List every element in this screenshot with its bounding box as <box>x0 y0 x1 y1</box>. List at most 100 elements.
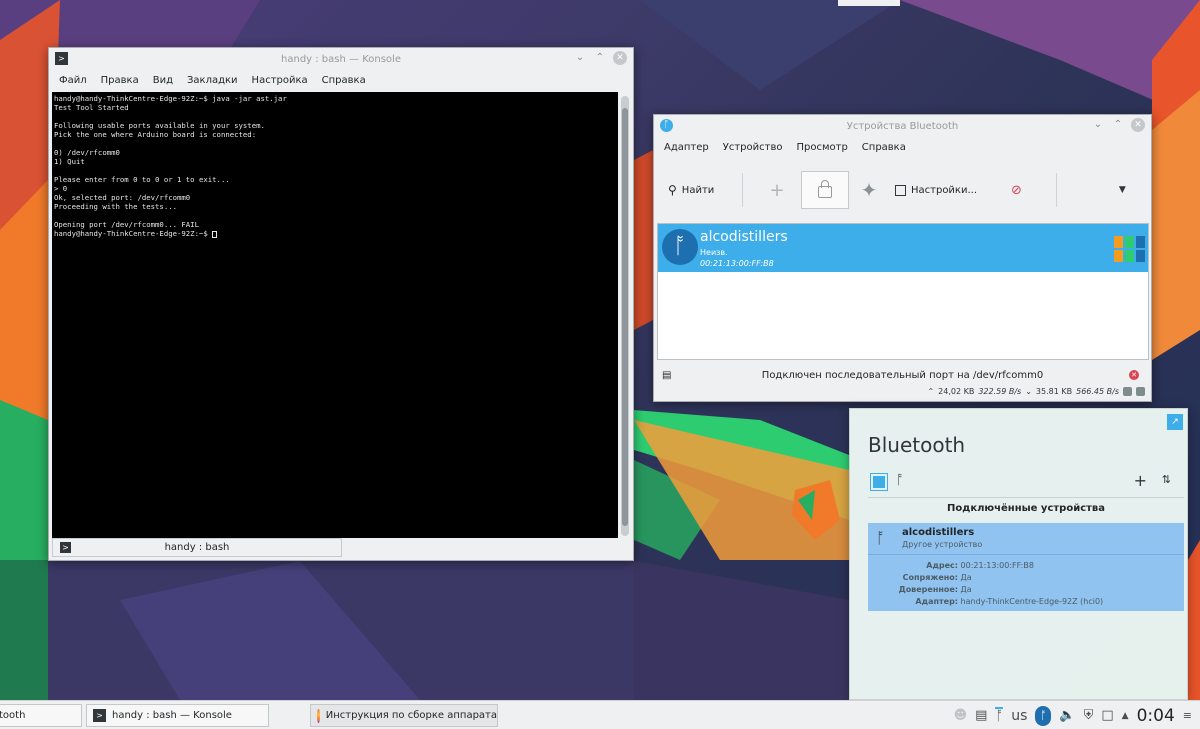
menu-settings[interactable]: Настройка <box>252 75 308 86</box>
menu-device[interactable]: Устройство <box>723 142 783 153</box>
download-rate: 566.45 B/s <box>1076 387 1119 396</box>
cursor <box>212 230 218 238</box>
kdeconnect-icon[interactable]: ☻ <box>954 708 968 723</box>
detail-row: Сопряжено: Да <box>868 572 1184 584</box>
device-subtitle: Другое устройство <box>902 540 983 549</box>
konsole-title: handy : bash — Konsole <box>281 53 401 65</box>
status-icon: ▤ <box>662 369 672 381</box>
add-device-icon[interactable]: + <box>1134 471 1147 490</box>
download-icon: ⌄ <box>1025 387 1032 396</box>
find-label: Найти <box>681 184 715 196</box>
tab-label: handy : bash <box>164 542 230 553</box>
device-address: 00:21:13:00:FF:B8 <box>700 259 774 268</box>
find-button[interactable]: ⚲ Найти <box>668 183 728 197</box>
status-text: Подключен последовательный порт на /dev/… <box>761 369 1044 381</box>
menu-help[interactable]: Справка <box>862 142 906 153</box>
upload-total: 24,02 KB <box>938 387 975 396</box>
minimize-icon[interactable]: ⌄ <box>573 51 587 65</box>
device-name: alcodistillers <box>902 527 975 538</box>
services-icon <box>1114 236 1145 262</box>
menu-file[interactable]: Файл <box>59 75 87 86</box>
konsole-window[interactable]: > handy : bash — Konsole ⌄ ⌃ ✕ Файл Прав… <box>48 47 634 561</box>
maximize-icon[interactable]: ⌃ <box>593 51 607 65</box>
bluetooth-applet[interactable]: ↗ Bluetooth ᚩ + ⇅ Подключённые устройств… <box>849 408 1188 700</box>
download-total: 35.81 KB <box>1035 387 1073 396</box>
connected-device[interactable]: ᚩ alcodistillers Другое устройство Адрес… <box>868 523 1184 611</box>
terminal-icon: > <box>93 709 106 722</box>
detail-row: Адаптер: handy-ThinkCentre-Edge-92Z (hci… <box>868 596 1184 608</box>
minimize-icon[interactable]: ⌄ <box>1091 118 1105 132</box>
device-list[interactable]: ᚩ alcodistillers Неизв. 00:21:13:00:FF:B… <box>657 223 1149 360</box>
close-icon[interactable]: ✕ <box>1131 118 1145 132</box>
firefox-icon <box>317 708 320 723</box>
pin-icon[interactable]: ↗ <box>1167 414 1183 430</box>
konsole-tab[interactable]: > handy : bash <box>52 538 342 557</box>
detail-label: Адрес: <box>926 561 958 570</box>
menu-bookmarks[interactable]: Закладки <box>187 75 238 86</box>
toolbar-separator <box>1055 173 1057 207</box>
bluetooth-toggle[interactable] <box>870 473 888 491</box>
device-icon <box>1136 387 1145 396</box>
bt-menubar: Адаптер Устройство Просмотр Справка <box>654 137 1151 157</box>
transfer-stats: ⌃ 24,02 KB 322.59 B/s ⌄ 35.81 KB 566.45 … <box>927 387 1145 396</box>
terminal-line: Pick the one where Arduino board is conn… <box>54 130 257 139</box>
search-icon: ⚲ <box>668 183 677 197</box>
pair-button[interactable] <box>801 171 849 209</box>
bluetooth-device-icon[interactable]: ᚩ <box>1035 705 1052 726</box>
trust-icon[interactable]: ✦ <box>849 178 889 202</box>
terminal-line: handy@handy-ThinkCentre-Edge-92Z:~$ <box>54 229 616 238</box>
terminal-output[interactable]: handy@handy-ThinkCentre-Edge-92Z:~$ java… <box>52 92 618 538</box>
chevron-up-icon[interactable]: ▲ <box>1122 711 1129 721</box>
menu-edit[interactable]: Правка <box>101 75 139 86</box>
terminal-line: Opening port /dev/rfcomm0... FAIL <box>54 220 199 229</box>
terminal-icon: > <box>55 52 68 65</box>
keyboard-layout[interactable]: us <box>1011 708 1027 724</box>
menu-help[interactable]: Справка <box>322 75 366 86</box>
block-icon[interactable]: ⊘ <box>1011 183 1022 198</box>
bt-titlebar[interactable]: ᚩ Устройства Bluetooth ⌄ ⌃ ✕ <box>654 115 1151 137</box>
bluetooth-tray-icon[interactable]: ᚩ <box>995 707 1004 724</box>
device-name: alcodistillers <box>700 229 788 245</box>
menu-view[interactable]: Просмотр <box>796 142 847 153</box>
detail-label: Адаптер: <box>915 597 958 606</box>
bluetooth-icon: ᚩ <box>660 119 673 132</box>
volume-icon[interactable]: 🔈 <box>1059 708 1075 723</box>
konsole-titlebar[interactable]: > handy : bash — Konsole ⌄ ⌃ ✕ <box>49 48 633 70</box>
close-icon[interactable]: ✕ <box>613 51 627 65</box>
bluetooth-icon: ᚩ <box>876 529 886 547</box>
detail-value: 00:21:13:00:FF:B8 <box>960 561 1034 570</box>
menu-adapter[interactable]: Адаптер <box>664 142 709 153</box>
maximize-icon[interactable]: ⌃ <box>1111 118 1125 132</box>
device-details: Адрес: 00:21:13:00:FF:B8 Сопряжено: Да Д… <box>868 560 1184 608</box>
updates-icon[interactable]: ⛨ <box>1084 708 1094 723</box>
upload-rate: 322.59 B/s <box>978 387 1022 396</box>
bluetooth-devices-window[interactable]: ᚩ Устройства Bluetooth ⌄ ⌃ ✕ Адаптер Уст… <box>653 114 1152 402</box>
settings-button[interactable]: Настройки... <box>895 184 977 196</box>
task-bluetooth[interactable]: tooth <box>0 704 82 727</box>
network-icon[interactable]: □ <box>1101 708 1113 723</box>
system-tray: ☻ ▤ ᚩ us ᚩ 🔈 ⛨ □ ▲ 0:04 ≡ <box>954 701 1192 729</box>
bt-window-title: Устройства Bluetooth <box>846 120 959 132</box>
taskbar: tooth > handy : bash — Konsole Инструкци… <box>0 700 1200 729</box>
chevron-down-icon[interactable]: ▼ <box>1119 185 1126 195</box>
clock[interactable]: 0:04 <box>1137 706 1175 726</box>
clipboard-icon[interactable]: ▤ <box>975 708 987 723</box>
disconnect-icon[interactable]: ✕ <box>1129 370 1139 380</box>
terminal-scrollbar[interactable] <box>621 96 629 536</box>
configure-icon[interactable]: ⇅ <box>1162 473 1171 486</box>
applet-divider <box>868 497 1184 498</box>
detail-value: Да <box>960 585 972 594</box>
detail-row: Адрес: 00:21:13:00:FF:B8 <box>868 560 1184 572</box>
terminal-line: Please enter from 0 to 0 or 1 to exit... <box>54 175 230 184</box>
panel-toolbox-icon[interactable]: ≡ <box>1183 709 1192 722</box>
task-label: handy : bash — Konsole <box>112 710 232 721</box>
task-firefox[interactable]: Инструкция по сборке аппарата <box>310 704 498 727</box>
scrollbar-thumb[interactable] <box>622 108 628 526</box>
task-konsole[interactable]: > handy : bash — Konsole <box>86 704 269 727</box>
menu-view[interactable]: Вид <box>153 75 173 86</box>
terminal-line: Test Tool Started <box>54 103 129 112</box>
add-device-button[interactable]: + <box>757 180 797 201</box>
device-row[interactable]: ᚩ alcodistillers Неизв. 00:21:13:00:FF:B… <box>658 224 1148 272</box>
